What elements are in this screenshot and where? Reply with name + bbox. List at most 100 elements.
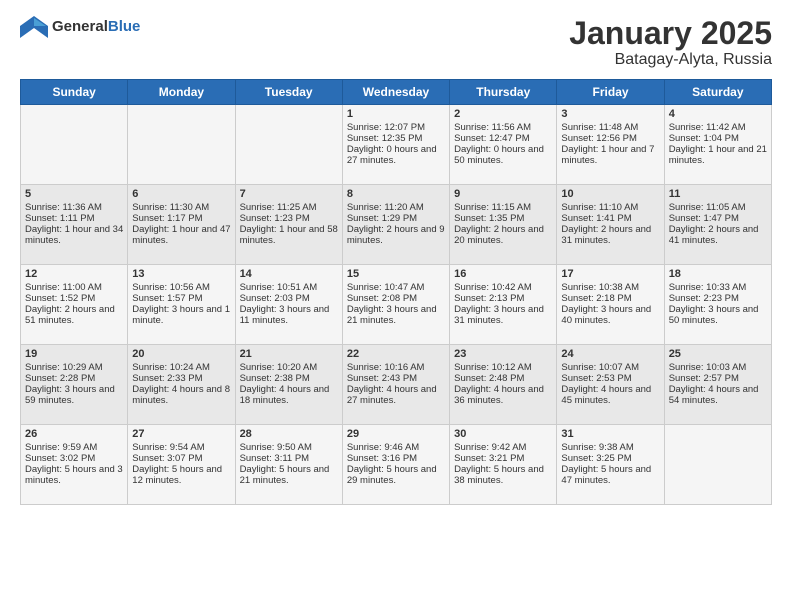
cell-text: Daylight: 5 hours and 3 minutes. bbox=[25, 464, 123, 486]
calendar-cell bbox=[128, 105, 235, 185]
cell-text: Sunrise: 9:59 AM bbox=[25, 442, 123, 453]
cell-text: Sunset: 3:02 PM bbox=[25, 453, 123, 464]
cell-text: Daylight: 4 hours and 36 minutes. bbox=[454, 384, 552, 406]
calendar-cell: 4Sunrise: 11:42 AMSunset: 1:04 PMDayligh… bbox=[664, 105, 771, 185]
day-number: 9 bbox=[454, 188, 552, 200]
calendar-cell: 6Sunrise: 11:30 AMSunset: 1:17 PMDayligh… bbox=[128, 185, 235, 265]
cell-text: Sunrise: 9:50 AM bbox=[240, 442, 338, 453]
cell-text: Sunrise: 10:16 AM bbox=[347, 362, 445, 373]
cell-text: Sunrise: 10:47 AM bbox=[347, 282, 445, 293]
cell-text: Daylight: 4 hours and 27 minutes. bbox=[347, 384, 445, 406]
cell-text: Daylight: 1 hour and 47 minutes. bbox=[132, 224, 230, 246]
cell-text: Sunset: 12:35 PM bbox=[347, 133, 445, 144]
cell-text: Sunset: 2:18 PM bbox=[561, 293, 659, 304]
cell-text: Daylight: 0 hours and 27 minutes. bbox=[347, 144, 445, 166]
cell-text: Daylight: 2 hours and 31 minutes. bbox=[561, 224, 659, 246]
cell-text: Daylight: 5 hours and 47 minutes. bbox=[561, 464, 659, 486]
cell-text: Sunrise: 11:42 AM bbox=[669, 122, 767, 133]
cell-text: Sunrise: 10:07 AM bbox=[561, 362, 659, 373]
cell-text: Daylight: 0 hours and 50 minutes. bbox=[454, 144, 552, 166]
cell-text: Sunrise: 10:56 AM bbox=[132, 282, 230, 293]
calendar-week-1: 1Sunrise: 12:07 PMSunset: 12:35 PMDaylig… bbox=[21, 105, 772, 185]
calendar-cell bbox=[235, 105, 342, 185]
calendar-cell: 31Sunrise: 9:38 AMSunset: 3:25 PMDayligh… bbox=[557, 425, 664, 505]
calendar-cell: 8Sunrise: 11:20 AMSunset: 1:29 PMDayligh… bbox=[342, 185, 449, 265]
cell-text: Daylight: 3 hours and 11 minutes. bbox=[240, 304, 338, 326]
day-number: 27 bbox=[132, 428, 230, 440]
cell-text: Daylight: 3 hours and 1 minute. bbox=[132, 304, 230, 326]
day-number: 24 bbox=[561, 348, 659, 360]
cell-text: Sunrise: 11:48 AM bbox=[561, 122, 659, 133]
cell-text: Daylight: 3 hours and 40 minutes. bbox=[561, 304, 659, 326]
cell-text: Sunset: 2:33 PM bbox=[132, 373, 230, 384]
calendar-header-row: Sunday Monday Tuesday Wednesday Thursday… bbox=[21, 80, 772, 105]
cell-text: Sunrise: 10:51 AM bbox=[240, 282, 338, 293]
cell-text: Sunrise: 9:54 AM bbox=[132, 442, 230, 453]
calendar-cell: 15Sunrise: 10:47 AMSunset: 2:08 PMDaylig… bbox=[342, 265, 449, 345]
day-number: 13 bbox=[132, 268, 230, 280]
header-wednesday: Wednesday bbox=[342, 80, 449, 105]
cell-text: Sunrise: 9:46 AM bbox=[347, 442, 445, 453]
header: GeneralBlue January 2025 Batagay-Alyta, … bbox=[20, 16, 772, 69]
cell-text: Sunset: 2:28 PM bbox=[25, 373, 123, 384]
header-friday: Friday bbox=[557, 80, 664, 105]
cell-text: Daylight: 1 hour and 21 minutes. bbox=[669, 144, 767, 166]
cell-text: Sunset: 2:43 PM bbox=[347, 373, 445, 384]
cell-text: Daylight: 3 hours and 31 minutes. bbox=[454, 304, 552, 326]
day-number: 5 bbox=[25, 188, 123, 200]
cell-text: Sunrise: 11:00 AM bbox=[25, 282, 123, 293]
calendar-cell bbox=[664, 425, 771, 505]
cell-text: Sunrise: 11:15 AM bbox=[454, 202, 552, 213]
cell-text: Sunrise: 11:10 AM bbox=[561, 202, 659, 213]
header-monday: Monday bbox=[128, 80, 235, 105]
calendar-cell: 30Sunrise: 9:42 AMSunset: 3:21 PMDayligh… bbox=[450, 425, 557, 505]
day-number: 11 bbox=[669, 188, 767, 200]
cell-text: Daylight: 5 hours and 29 minutes. bbox=[347, 464, 445, 486]
calendar-cell: 29 Sunrise: 9:46 AMSunset: 3:16 PMDayligh… bbox=[342, 425, 449, 505]
calendar-cell bbox=[21, 105, 128, 185]
header-thursday: Thursday bbox=[450, 80, 557, 105]
header-sunday: Sunday bbox=[21, 80, 128, 105]
calendar-week-2: 5Sunrise: 11:36 AMSunset: 1:11 PMDayligh… bbox=[21, 185, 772, 265]
day-number: 31 bbox=[561, 428, 659, 440]
cell-text: Sunrise: 10:42 AM bbox=[454, 282, 552, 293]
day-number: 4 bbox=[669, 108, 767, 120]
cell-text: Sunrise: 11:05 AM bbox=[669, 202, 767, 213]
cell-text: Sunrise: 11:25 AM bbox=[240, 202, 338, 213]
day-number: 17 bbox=[561, 268, 659, 280]
cell-text: Sunrise: 10:33 AM bbox=[669, 282, 767, 293]
cell-text: Sunset: 2:03 PM bbox=[240, 293, 338, 304]
cell-text: Sunset: 3:25 PM bbox=[561, 453, 659, 464]
cell-text: Sunrise: 9:42 AM bbox=[454, 442, 552, 453]
cell-text: Daylight: 1 hour and 7 minutes. bbox=[561, 144, 659, 166]
calendar-cell: 19 Sunrise: 10:29 AMSunset: 2:28 PMDaylig… bbox=[21, 345, 128, 425]
calendar-cell: 9Sunrise: 11:15 AMSunset: 1:35 PMDayligh… bbox=[450, 185, 557, 265]
logo-general: General bbox=[52, 18, 108, 35]
calendar-cell: 12Sunrise: 11:00 AMSunset: 1:52 PMDaylig… bbox=[21, 265, 128, 345]
calendar-week-3: 12Sunrise: 11:00 AMSunset: 1:52 PMDaylig… bbox=[21, 265, 772, 345]
day-number: 15 bbox=[347, 268, 445, 280]
day-number: 29 bbox=[347, 428, 445, 440]
cell-text: Sunrise: 11:20 AM bbox=[347, 202, 445, 213]
cell-text: Sunset: 2:57 PM bbox=[669, 373, 767, 384]
day-number: 19 bbox=[25, 348, 123, 360]
calendar-week-4: 19Sunrise: 10:29 AMSunset: 2:28 PMDaylig… bbox=[21, 345, 772, 425]
logo: GeneralBlue bbox=[20, 16, 140, 38]
cell-text: Daylight: 3 hours and 59 minutes. bbox=[25, 384, 123, 406]
cell-text: Daylight: 4 hours and 45 minutes. bbox=[561, 384, 659, 406]
day-number: 18 bbox=[669, 268, 767, 280]
cell-text: Sunset: 3:21 PM bbox=[454, 453, 552, 464]
day-number: 7 bbox=[240, 188, 338, 200]
cell-text: Sunrise: 10:29 AM bbox=[25, 362, 123, 373]
cell-text: Daylight: 5 hours and 38 minutes. bbox=[454, 464, 552, 486]
cell-text: Sunset: 2:08 PM bbox=[347, 293, 445, 304]
day-number: 23 bbox=[454, 348, 552, 360]
cell-text: Sunset: 1:57 PM bbox=[132, 293, 230, 304]
logo-blue: Blue bbox=[108, 18, 141, 35]
cell-text: Sunset: 3:16 PM bbox=[347, 453, 445, 464]
day-number: 1 bbox=[347, 108, 445, 120]
day-number: 26 bbox=[25, 428, 123, 440]
calendar-cell: 11Sunrise: 11:05 AMSunset: 1:47 PMDaylig… bbox=[664, 185, 771, 265]
day-number: 28 bbox=[240, 428, 338, 440]
calendar-cell: 28Sunrise: 9:50 AMSunset: 3:11 PMDayligh… bbox=[235, 425, 342, 505]
